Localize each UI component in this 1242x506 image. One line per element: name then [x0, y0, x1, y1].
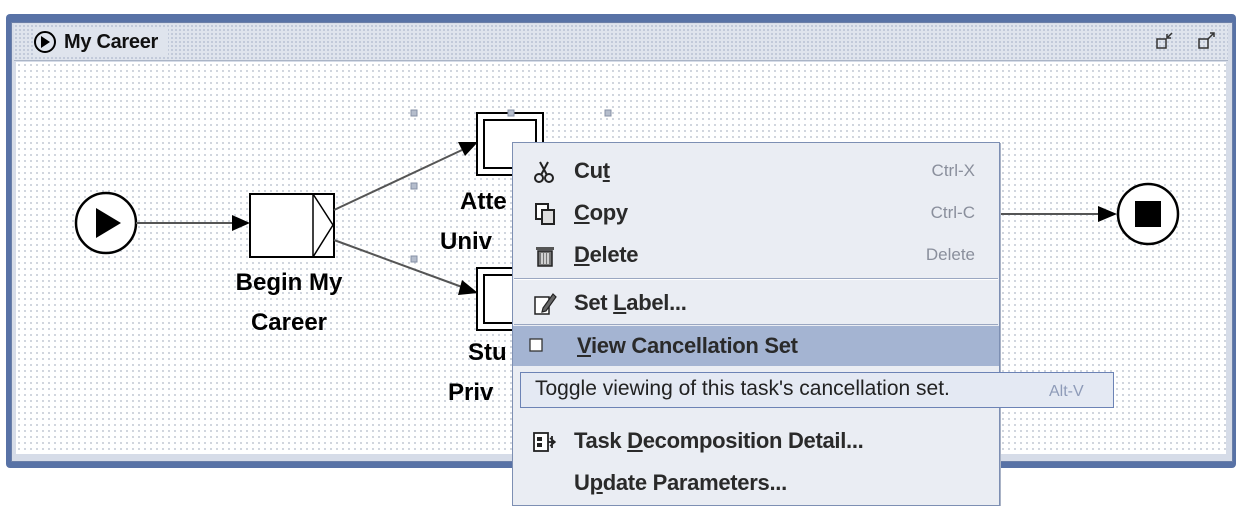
task-label-study: Stu Priv: [448, 333, 507, 413]
tooltip-text: Toggle viewing of this task's cancellati…: [535, 377, 950, 400]
menu-item-task-decomposition-detail[interactable]: Task Decomposition Detail...: [513, 421, 999, 461]
pencil-label-icon: [533, 292, 557, 316]
menu-separator: [514, 324, 998, 325]
menu-item-label: Delete: [574, 242, 639, 267]
menu-item-copy[interactable]: Copy Ctrl-C: [513, 193, 999, 233]
minimize-icon[interactable]: [1156, 32, 1174, 50]
menu-item-label: Cut: [574, 158, 610, 183]
menu-item-view-cancellation-set[interactable]: View Cancellation Set: [513, 326, 999, 366]
task-label-line: Stu: [468, 339, 507, 366]
tooltip-accelerator: Alt-V: [1049, 383, 1084, 400]
context-menu: Cut Ctrl-X Copy Ctrl-C Delete Delete Set…: [512, 142, 1000, 506]
task-label-line: Atte: [460, 188, 507, 215]
task-label-line: Priv: [448, 379, 494, 406]
task-label-line: Begin My: [235, 269, 343, 296]
tooltip: Toggle viewing of this task's cancellati…: [520, 372, 1114, 408]
menu-item-accelerator: Ctrl-C: [930, 203, 975, 222]
net-icon: [34, 31, 56, 53]
menu-item-set-label[interactable]: Set Label...: [513, 283, 999, 323]
window-titlebar[interactable]: My Career: [14, 24, 1228, 61]
menu-item-cut[interactable]: Cut Ctrl-X: [513, 151, 999, 191]
menu-separator-highlight: [514, 279, 998, 280]
maximize-icon[interactable]: [1198, 32, 1216, 50]
trash-icon: [533, 244, 557, 268]
task-label-begin: Begin My Career: [212, 263, 366, 343]
menu-item-label: Copy: [574, 200, 628, 225]
menu-item-label: Set Label...: [574, 290, 687, 315]
task-label-line: Univ: [440, 228, 493, 255]
title-group: My Career: [34, 27, 169, 57]
decomposition-icon: [533, 430, 557, 454]
menu-item-update-parameters[interactable]: Update Parameters...: [513, 463, 999, 503]
task-label-attend: Atte Univ: [440, 182, 507, 262]
copy-icon: [533, 202, 557, 226]
scissors-icon: [533, 160, 557, 184]
menu-item-label: Update Parameters...: [574, 470, 787, 495]
menu-item-accelerator: Delete: [925, 245, 975, 264]
menu-item-delete[interactable]: Delete Delete: [513, 235, 999, 275]
menu-item-label: View Cancellation Set: [577, 333, 798, 358]
window-title: My Career: [64, 30, 159, 53]
menu-item-accelerator: Ctrl-X: [931, 161, 975, 180]
checkbox-icon[interactable]: [529, 338, 543, 352]
menu-item-label: Task Decomposition Detail...: [574, 428, 864, 453]
task-label-line: Career: [250, 309, 328, 336]
